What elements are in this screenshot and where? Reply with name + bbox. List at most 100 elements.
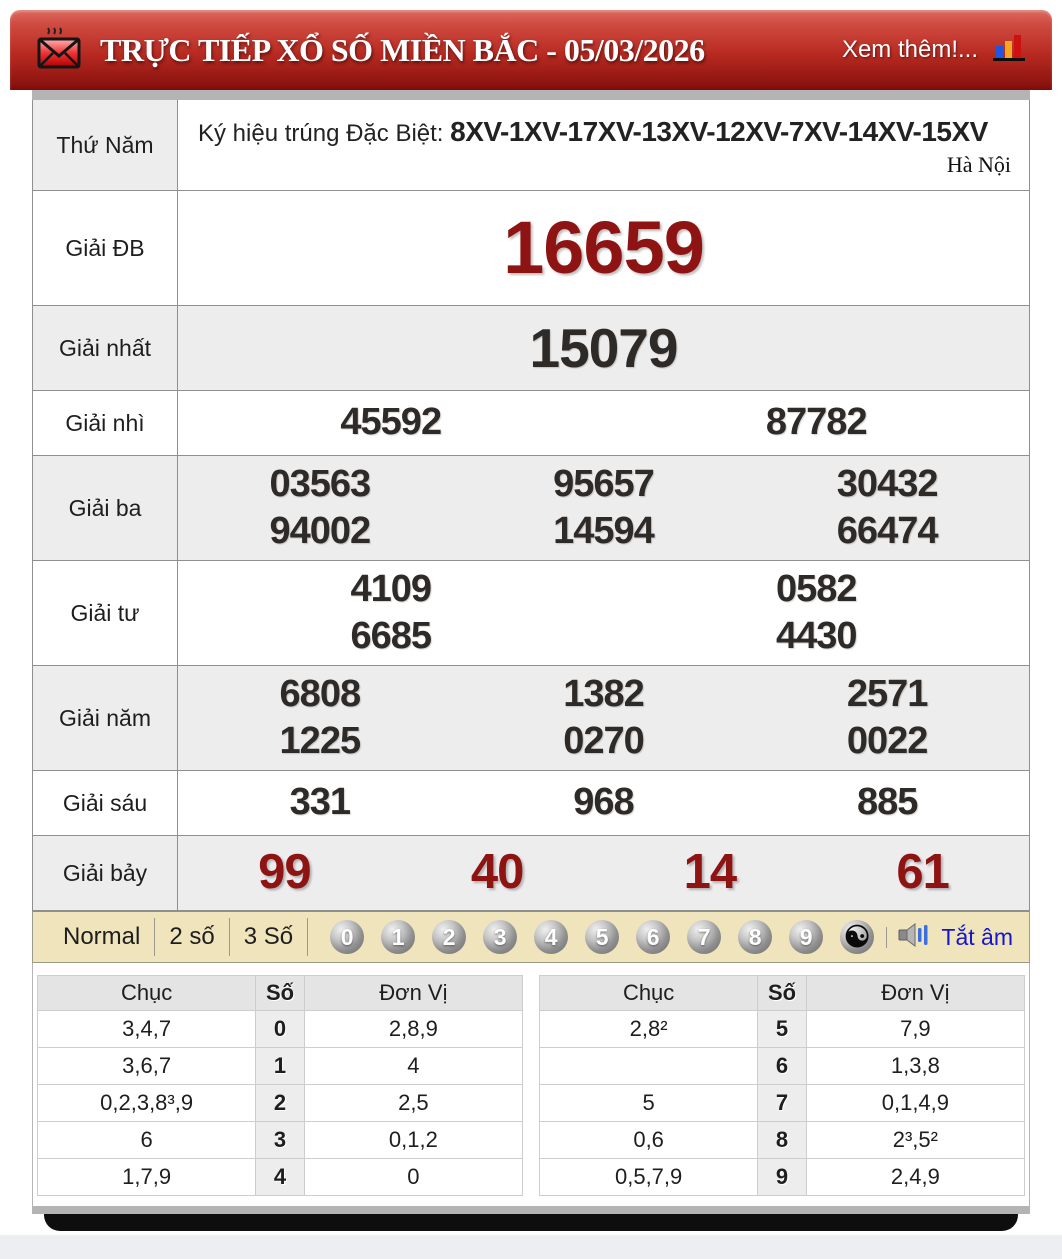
summary-row: 6 3 0,1,2	[36, 1121, 524, 1159]
summary-cell-units: 0,1,4,9	[805, 1084, 1026, 1122]
summary-cell-units: 7,9	[805, 1010, 1026, 1048]
summary-cell-tens: 3,4,7	[36, 1010, 257, 1048]
summary-cell-tens: 6	[36, 1121, 257, 1159]
summary-cell-tens: 5	[538, 1084, 759, 1122]
mute-button[interactable]: Tắt âm	[941, 924, 1013, 951]
prize-number: 1382	[563, 672, 645, 715]
prize-number: 30432	[836, 462, 939, 505]
summary-cell-tens: 3,6,7	[36, 1047, 257, 1085]
summary-cell-units: 2,4,9	[805, 1158, 1026, 1196]
summary-cell-tens: 0,5,7,9	[538, 1158, 759, 1196]
prize-line: 45592 87782	[178, 399, 1029, 447]
summary-cell-tens: 1,7,9	[36, 1158, 257, 1196]
summary-row: 0,2,3,8³,9 2 2,5	[36, 1084, 524, 1122]
summary-cell-digit: 2	[255, 1084, 305, 1122]
prize-row: Giải năm 6808 1382 2571 1225 0270 0022	[33, 665, 1029, 770]
prize-line: 03563 95657 30432	[178, 461, 1029, 509]
yinyang-ball[interactable]: ☯	[840, 920, 875, 954]
number-ball-0[interactable]: 0	[330, 920, 365, 954]
summary-cell-digit: 4	[255, 1158, 305, 1196]
top-gray-strip	[32, 90, 1030, 100]
number-ball-5[interactable]: 5	[585, 920, 620, 954]
summary-cell-units: 1,3,8	[805, 1047, 1026, 1085]
prize-line: 6685 4430	[178, 613, 1029, 661]
prize-number: 0582	[775, 567, 858, 610]
page-title: TRỰC TIẾP XỔ SỐ MIỀN BẮC - 05/03/2026	[100, 31, 705, 68]
prize-number: 4109	[350, 567, 432, 610]
prize-number: 14594	[553, 510, 655, 552]
summary-header: Đơn Vị	[303, 975, 524, 1011]
number-ball-8[interactable]: 8	[738, 920, 773, 954]
number-ball-6[interactable]: 6	[636, 920, 671, 954]
number-ball-4[interactable]: 4	[534, 920, 569, 954]
summary-cell-tens: 0,6	[538, 1121, 759, 1159]
prize-number: 87782	[765, 401, 868, 444]
summary-header-row: Chục Số Đơn Vị	[538, 975, 1026, 1011]
prize-label: Giải tư	[33, 561, 178, 665]
prize-line: 16659	[178, 202, 1029, 295]
summary-table-1: Chục Số Đơn Vị 3,4,7 0 2,8,9 3,6,7 1 4 0,2,3,8³,9…	[36, 975, 524, 1196]
toolbar-button-1[interactable]: Normal	[49, 923, 154, 951]
page-background-footer	[0, 1235, 1062, 1259]
prize-label: Giải ĐB	[33, 191, 178, 305]
prize-number: 40	[470, 845, 525, 900]
summary-cell-digit: 3	[255, 1121, 305, 1159]
prize-line: 99 40 14 61	[178, 842, 1029, 903]
prize-line: 4109 0582	[178, 566, 1029, 614]
summary-cell-tens	[538, 1047, 759, 1085]
prize-line: 94002 14594 66474	[178, 508, 1029, 556]
header-bar: TRỰC TIẾP XỔ SỐ MIỀN BẮC - 05/03/2026 Xe…	[10, 10, 1052, 90]
toolbar: Normal 2 số 3 Số 0 1 2 3 4 5 6 7 8 9 ☯ Tắt âm	[32, 911, 1030, 963]
summary-cell-digit: 6	[757, 1047, 807, 1085]
prize-line: 15079	[178, 314, 1029, 383]
prize-line: 331 968 885	[178, 779, 1029, 827]
prize-number: 968	[573, 781, 634, 824]
summary-cell-digit: 7	[757, 1084, 807, 1122]
summary-cell-digit: 5	[757, 1010, 807, 1048]
number-ball-2[interactable]: 2	[432, 920, 467, 954]
prize-label: Giải ba	[33, 456, 178, 560]
prize-row: Giải tư 4109 0582 6685 4430	[33, 560, 1029, 665]
summary-header-row: Chục Số Đơn Vị	[36, 975, 524, 1011]
summary-cell-digit: 0	[255, 1010, 305, 1048]
number-balls: 0 1 2 3 4 5 6 7 8 9 ☯	[330, 920, 875, 954]
prize-numbers: 16659	[178, 191, 1029, 305]
toolbar-button-2[interactable]: 2 số	[155, 923, 228, 951]
number-ball-3[interactable]: 3	[483, 920, 518, 954]
summary-header: Số	[757, 975, 807, 1011]
number-ball-7[interactable]: 7	[687, 920, 722, 954]
prize-label: Giải nhì	[33, 391, 178, 455]
prize-numbers: 331 968 885	[178, 771, 1029, 835]
summary-row: 1,7,9 4 0	[36, 1158, 524, 1196]
prize-numbers: 6808 1382 2571 1225 0270 0022	[178, 666, 1029, 770]
see-more-link[interactable]: Xem thêm!...	[842, 36, 978, 64]
digit-summary-section: Chục Số Đơn Vị 3,4,7 0 2,8,9 3,6,7 1 4 0,2,3,8³,9…	[32, 963, 1030, 1206]
summary-cell-units: 0,1,2	[303, 1121, 524, 1159]
summary-row: 2,8² 5 7,9	[538, 1010, 1026, 1048]
number-ball-9[interactable]: 9	[789, 920, 824, 954]
special-symbol-cell: Ký hiệu trúng Đặc Biệt: 8XV-1XV-17XV-13X…	[178, 100, 1029, 190]
symbol-codes: 8XV-1XV-17XV-13XV-12XV-7XV-14XV-15XV	[450, 116, 988, 147]
prize-label: Giải sáu	[33, 771, 178, 835]
prize-number: 2571	[846, 672, 929, 715]
prize-number: 6685	[350, 615, 432, 657]
prize-number: 331	[289, 781, 351, 824]
envelope-icon	[36, 26, 82, 75]
summary-cell-units: 2,8,9	[303, 1010, 524, 1048]
prize-number: 16659	[503, 205, 705, 289]
summary-cell-tens: 2,8²	[538, 1010, 759, 1048]
prize-numbers: 45592 87782	[178, 391, 1029, 455]
summary-cell-units: 2³,5²	[805, 1121, 1026, 1159]
bar-chart-icon	[992, 33, 1026, 68]
toolbar-separator	[886, 926, 888, 948]
toolbar-button-3[interactable]: 3 Số	[230, 923, 307, 951]
prize-numbers: 15079	[178, 306, 1029, 390]
speaker-icon[interactable]	[897, 921, 931, 954]
prize-row: Giải ba 03563 95657 30432 94002 14594 66474	[33, 455, 1029, 560]
number-ball-1[interactable]: 1	[381, 920, 416, 954]
prize-label: Giải năm	[33, 666, 178, 770]
prize-number: 99	[258, 845, 312, 900]
summary-cell-units: 0	[303, 1158, 524, 1196]
prize-numbers: 4109 0582 6685 4430	[178, 561, 1029, 665]
results-table: Thứ Năm Ký hiệu trúng Đặc Biệt: 8XV-1XV-…	[32, 100, 1030, 911]
